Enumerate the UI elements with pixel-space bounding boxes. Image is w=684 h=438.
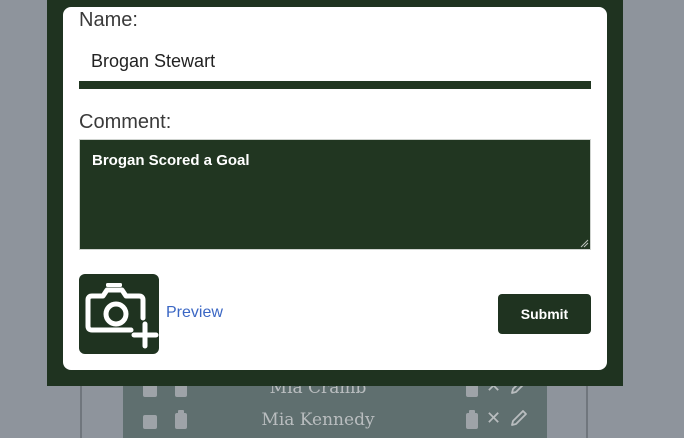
submit-button[interactable]: Submit	[498, 294, 591, 334]
comment-label: Comment:	[79, 111, 172, 133]
player-name: Mia Kennedy	[261, 410, 375, 430]
camera-add-icon	[85, 283, 159, 349]
pencil-icon	[511, 410, 527, 426]
add-photo-button[interactable]	[79, 274, 159, 354]
name-label: Name:	[79, 9, 138, 31]
resize-grip-icon[interactable]	[580, 239, 589, 248]
close-icon: ✕	[486, 408, 502, 429]
clipboard-icon	[466, 410, 478, 429]
list-item: Mia Kennedy ✕	[123, 406, 547, 436]
preview-link[interactable]: Preview	[166, 304, 223, 322]
name-input[interactable]	[79, 41, 591, 89]
comment-textarea[interactable]: Brogan Scored a Goal	[79, 139, 591, 250]
comment-modal: Name: Comment: Brogan Scored a Goal Prev…	[63, 7, 607, 370]
